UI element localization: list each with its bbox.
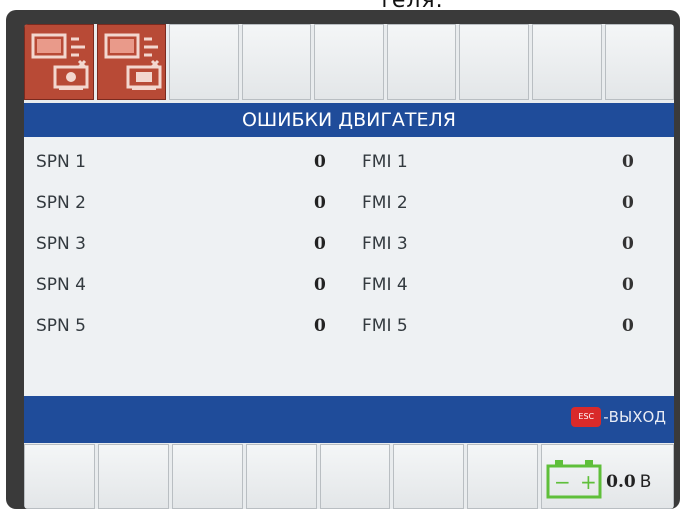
esc-key-icon: ESC (571, 407, 602, 427)
bottom-softkey-2[interactable] (97, 444, 169, 509)
bottom-softkey-row: − + 0.0 В (24, 444, 674, 509)
bottom-softkey-5[interactable] (319, 444, 391, 509)
spn-value: 0 (314, 275, 326, 295)
page-title: ОШИБКИ ДВИГАТЕЛЯ (24, 103, 674, 137)
engine-errors-table: SPN 1 0 FMI 1 0 SPN 2 0 FMI 2 0 SPN 3 0 … (24, 137, 674, 396)
bottom-softkey-1[interactable] (24, 444, 95, 509)
bottom-softkey-3[interactable] (171, 444, 243, 509)
spn-label: SPN 1 (36, 152, 86, 172)
fmi-value: 0 (622, 234, 634, 254)
bottom-softkey-7[interactable] (467, 444, 539, 509)
error-row-4: SPN 4 0 FMI 4 0 (24, 268, 674, 308)
fmi-value: 0 (622, 316, 634, 336)
softkey-8[interactable] (531, 24, 602, 100)
spn-label: SPN 2 (36, 193, 86, 213)
spn-value: 0 (314, 152, 326, 172)
fmi-label: FMI 2 (362, 193, 408, 213)
softkey-7[interactable] (459, 24, 529, 100)
bottom-softkey-6[interactable] (393, 444, 465, 509)
battery-plus: + (580, 470, 597, 494)
softkey-3[interactable] (169, 24, 239, 100)
screen-settings-icon (31, 33, 89, 90)
battery-minus: − (554, 470, 571, 494)
battery-icon: − + (546, 460, 602, 499)
fmi-value: 0 (622, 275, 634, 295)
fmi-value: 0 (622, 152, 634, 172)
fmi-label: FMI 5 (362, 316, 408, 336)
voltage-unit: В (639, 472, 652, 492)
softkey-2[interactable] (96, 24, 167, 100)
fmi-label: FMI 3 (362, 234, 408, 254)
softkey-4[interactable] (241, 24, 312, 100)
screen-module-icon (104, 33, 162, 90)
voltage-value: 0.0 (606, 472, 636, 492)
error-row-1: SPN 1 0 FMI 1 0 (24, 145, 674, 185)
battery-status: − + 0.0 В (541, 444, 674, 509)
softkey-1[interactable] (24, 24, 94, 100)
spn-label: SPN 5 (36, 316, 86, 336)
fmi-value: 0 (622, 193, 634, 213)
bottom-softkey-4[interactable] (245, 444, 317, 509)
display-screen: ОШИБКИ ДВИГАТЕЛЯ SPN 1 0 FMI 1 0 SPN 2 0… (24, 24, 674, 509)
footer-bar: ESC -ВЫХОД (24, 396, 674, 443)
fmi-label: FMI 1 (362, 152, 408, 172)
softkey-5[interactable] (314, 24, 384, 100)
exit-hint[interactable]: ESC -ВЫХОД (571, 407, 666, 427)
spn-label: SPN 3 (36, 234, 86, 254)
spn-value: 0 (314, 316, 326, 336)
battery-voltage: 0.0 В (606, 472, 651, 492)
error-row-3: SPN 3 0 FMI 3 0 (24, 227, 674, 267)
error-row-5: SPN 5 0 FMI 5 0 (24, 309, 674, 349)
error-row-2: SPN 2 0 FMI 2 0 (24, 186, 674, 226)
exit-label: -ВЫХОД (603, 408, 666, 426)
top-softkey-row (24, 24, 674, 100)
spn-label: SPN 4 (36, 275, 86, 295)
softkey-9[interactable] (604, 24, 674, 100)
spn-value: 0 (314, 234, 326, 254)
fmi-label: FMI 4 (362, 275, 408, 295)
spn-value: 0 (314, 193, 326, 213)
softkey-6[interactable] (386, 24, 457, 100)
